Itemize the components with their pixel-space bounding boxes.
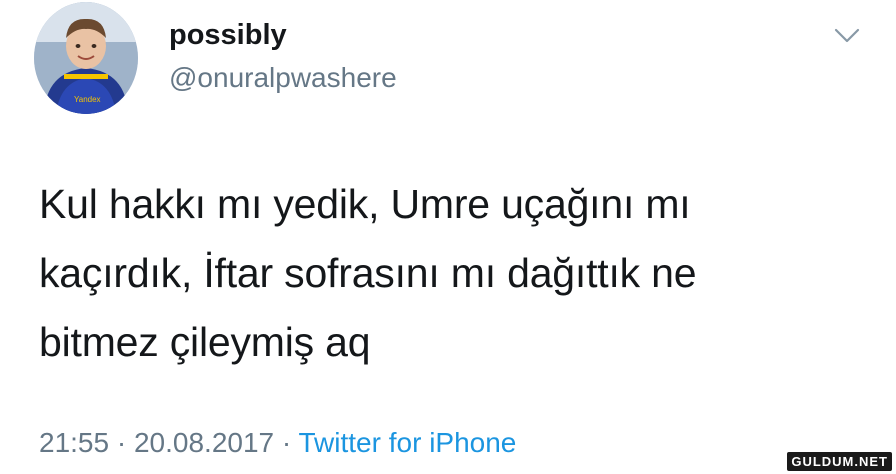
avatar-jersey-text: Yandex	[74, 95, 101, 104]
site-watermark: GULDUM.NET	[787, 452, 892, 471]
tweet-date[interactable]: 20.08.2017	[134, 427, 274, 458]
tweet-text: Kul hakkı mı yedik, Umre uçağını mı kaçı…	[39, 181, 697, 365]
user-handle[interactable]: @onuralpwashere	[169, 62, 397, 94]
tweet-time[interactable]: 21:55	[39, 427, 109, 458]
avatar[interactable]: Yandex	[34, 2, 138, 114]
meta-separator: ·	[116, 427, 127, 458]
avatar-image: Yandex	[34, 2, 138, 114]
chevron-down-icon[interactable]	[834, 27, 860, 45]
meta-separator: ·	[281, 427, 292, 458]
display-name[interactable]: possibly	[169, 19, 287, 52]
tweet-card: Yandex possibly @onuralpwashere Kul hakk…	[0, 0, 896, 474]
tweet-meta: 21:55 · 20.08.2017 · Twitter for iPhone	[39, 427, 516, 459]
tweet-source-link[interactable]: Twitter for iPhone	[299, 427, 517, 458]
